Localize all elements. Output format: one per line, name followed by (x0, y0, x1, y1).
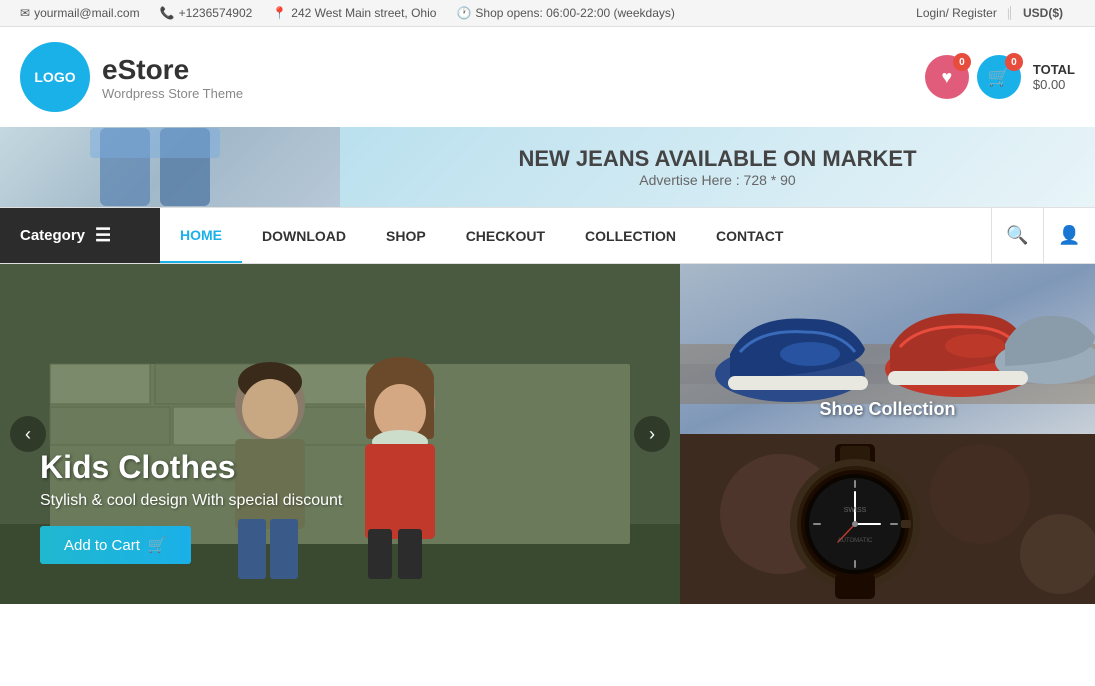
nav-icons: 🔍 👤 (991, 208, 1095, 263)
nav-collection[interactable]: COLLECTION (565, 210, 696, 262)
nav-bar: Category ☰ HOME DOWNLOAD SHOP CHECKOUT C… (0, 207, 1095, 264)
slider-subtitle: Stylish & cool design With special disco… (40, 492, 342, 510)
store-tagline: Wordpress Store Theme (102, 86, 243, 101)
main-content: Kids Clothes Stylish & cool design With … (0, 264, 1095, 604)
user-button[interactable]: 👤 (1043, 208, 1095, 263)
phone-info: 📞 +1236574902 (160, 6, 253, 20)
search-button[interactable]: 🔍 (991, 208, 1043, 263)
heart-icon: ♥ (942, 67, 953, 88)
nav-checkout[interactable]: CHECKOUT (446, 210, 565, 262)
banner-placeholder (0, 127, 340, 207)
address-info: 📍 242 West Main street, Ohio (272, 6, 436, 20)
category-button[interactable]: Category ☰ (0, 208, 160, 263)
slider-overlay: Kids Clothes Stylish & cool design With … (40, 449, 342, 564)
watches-illustration: SWISS AUTOMATIC (680, 434, 1095, 604)
slider: Kids Clothes Stylish & cool design With … (0, 264, 680, 604)
banner-decoration (70, 128, 270, 206)
email-info: ✉ yourmail@mail.com (20, 6, 140, 20)
shoes-panel-label: Shoe Collection (680, 399, 1095, 420)
top-bar-right: Login/ Register | USD($) (906, 6, 1075, 20)
nav-home[interactable]: HOME (160, 209, 242, 263)
add-to-cart-label: Add to Cart (64, 537, 140, 554)
banner-title: NEW JEANS AVAILABLE ON MARKET (360, 146, 1075, 172)
slider-next-button[interactable]: › (634, 416, 670, 452)
banner-image (0, 127, 340, 207)
nav-shop[interactable]: SHOP (366, 210, 446, 262)
svg-text:AUTOMATIC: AUTOMATIC (838, 538, 873, 544)
header: LOGO eStore Wordpress Store Theme ♥ 0 🛒 … (0, 27, 1095, 127)
total-label: TOTAL (1033, 62, 1075, 77)
chevron-left-icon: ‹ (25, 424, 31, 445)
slider-prev-button[interactable]: ‹ (10, 416, 46, 452)
header-actions: ♥ 0 🛒 0 TOTAL $0.00 (925, 55, 1075, 99)
category-label: Category (20, 227, 85, 244)
cart-icon: 🛒 (988, 67, 1010, 88)
login-register-link[interactable]: Login/ Register (906, 6, 1007, 20)
search-icon: 🔍 (1006, 225, 1028, 246)
chevron-right-icon: › (649, 424, 655, 445)
logo-area: LOGO eStore Wordpress Store Theme (20, 42, 243, 112)
location-icon: 📍 (272, 6, 287, 20)
hours-info: 🕐 Shop opens: 06:00-22:00 (weekdays) (456, 6, 674, 20)
cart-button[interactable]: 🛒 0 (977, 55, 1021, 99)
add-to-cart-button[interactable]: Add to Cart 🛒 (40, 526, 191, 564)
total-amount: $0.00 (1033, 77, 1075, 92)
user-icon: 👤 (1058, 225, 1080, 246)
top-bar-left: ✉ yourmail@mail.com 📞 +1236574902 📍 242 … (20, 6, 675, 20)
side-panels: Shoe Collection (680, 264, 1095, 604)
phone-icon: 📞 (160, 6, 175, 20)
clock-icon: 🕐 (456, 6, 471, 20)
currency-selector[interactable]: USD($) (1010, 6, 1075, 20)
top-bar: ✉ yourmail@mail.com 📞 +1236574902 📍 242 … (0, 0, 1095, 27)
nav-contact[interactable]: CONTACT (696, 210, 803, 262)
hamburger-icon: ☰ (95, 225, 111, 246)
email-icon: ✉ (20, 6, 30, 20)
watches-panel[interactable]: SWISS AUTOMATIC (680, 434, 1095, 604)
nav-download[interactable]: DOWNLOAD (242, 210, 366, 262)
wishlist-badge: 0 (953, 53, 971, 71)
cart-badge: 0 (1005, 53, 1023, 71)
slider-title: Kids Clothes (40, 449, 342, 486)
logo: LOGO (20, 42, 90, 112)
store-name: eStore (102, 54, 243, 86)
nav-links: HOME DOWNLOAD SHOP CHECKOUT COLLECTION C… (160, 208, 991, 263)
banner: NEW JEANS AVAILABLE ON MARKET Advertise … (0, 127, 1095, 207)
wishlist-button[interactable]: ♥ 0 (925, 55, 969, 99)
cart-icon-btn: 🛒 (148, 536, 167, 554)
banner-text: NEW JEANS AVAILABLE ON MARKET Advertise … (340, 136, 1095, 198)
banner-subtitle: Advertise Here : 728 * 90 (360, 172, 1075, 188)
total-area: TOTAL $0.00 (1033, 62, 1075, 92)
shoes-panel[interactable]: Shoe Collection (680, 264, 1095, 434)
svg-text:SWISS: SWISS (844, 507, 867, 514)
store-info: eStore Wordpress Store Theme (102, 54, 243, 101)
